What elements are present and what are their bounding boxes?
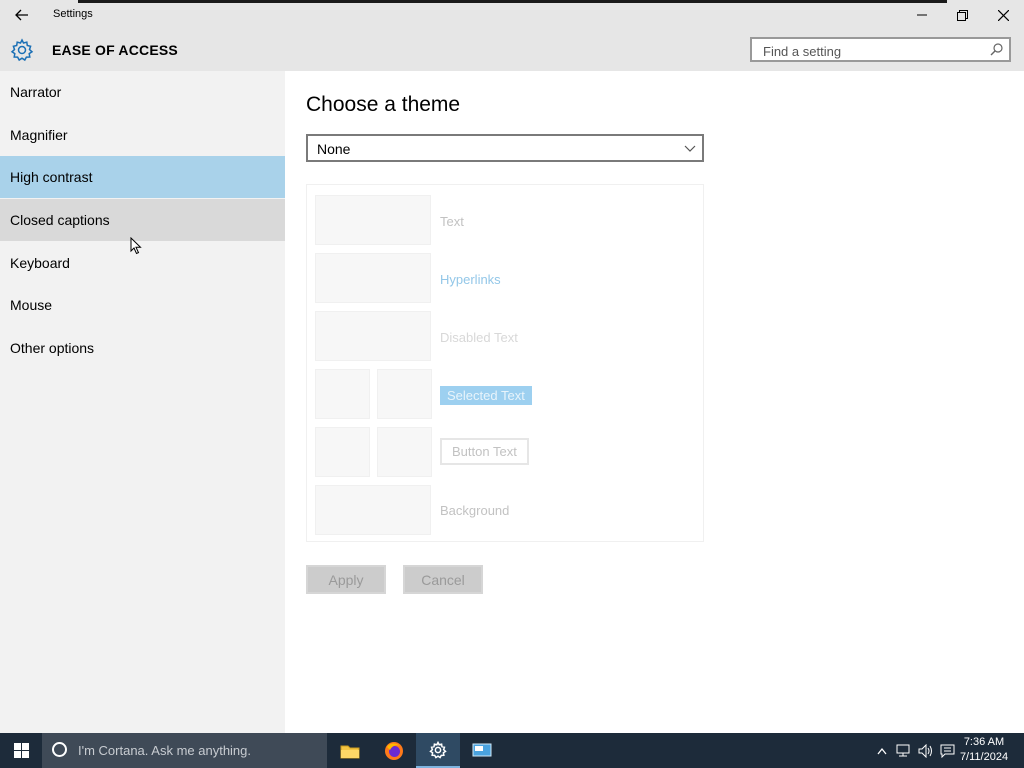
search-box[interactable] bbox=[750, 37, 1011, 62]
sidebar-item-closed-captions[interactable]: Closed captions bbox=[0, 199, 285, 241]
disabled-text-color-swatch bbox=[315, 311, 431, 361]
background-color-swatch bbox=[315, 485, 431, 535]
clock-time: 7:36 AM bbox=[963, 736, 1005, 748]
sidebar-item-magnifier[interactable]: Magnifier bbox=[0, 114, 285, 156]
firefox-taskbar-button[interactable] bbox=[372, 733, 416, 768]
main-content: Choose a theme None Text Hyperlinks Disa… bbox=[285, 71, 1024, 733]
preview-button-text-label: Button Text bbox=[440, 438, 529, 465]
restore-button[interactable] bbox=[942, 0, 982, 30]
window-top-edge bbox=[78, 0, 947, 3]
gear-icon bbox=[10, 38, 34, 62]
settings-header: EASE OF ACCESS bbox=[0, 30, 1024, 71]
apply-button[interactable]: Apply bbox=[306, 565, 386, 594]
close-button[interactable] bbox=[983, 0, 1023, 30]
theme-dropdown-value: None bbox=[317, 141, 351, 157]
sidebar-item-mouse[interactable]: Mouse bbox=[0, 284, 285, 326]
button-text-fg-swatch bbox=[315, 427, 370, 477]
clock-date: 7/11/2024 bbox=[959, 751, 1009, 763]
network-icon bbox=[896, 744, 910, 756]
preview-hyperlinks-label: Hyperlinks bbox=[440, 272, 501, 287]
gear-icon bbox=[429, 740, 447, 759]
theme-dropdown[interactable]: None bbox=[306, 134, 704, 162]
preview-text-label: Text bbox=[440, 214, 464, 229]
cortana-search-box[interactable]: I'm Cortana. Ask me anything. bbox=[42, 733, 327, 768]
cortana-placeholder: I'm Cortana. Ask me anything. bbox=[78, 743, 252, 758]
minimize-icon bbox=[917, 14, 927, 16]
sidebar-nav: Narrator Magnifier High contrast Closed … bbox=[0, 71, 285, 733]
button-text-bg-swatch bbox=[377, 427, 432, 477]
remote-desktop-taskbar-button[interactable] bbox=[460, 733, 504, 768]
page-title: Choose a theme bbox=[306, 93, 461, 116]
restore-icon bbox=[956, 9, 968, 21]
chevron-down-icon bbox=[684, 145, 696, 152]
preview-disabled-text-label: Disabled Text bbox=[440, 330, 518, 345]
sidebar-item-keyboard[interactable]: Keyboard bbox=[0, 242, 285, 284]
hyperlink-color-swatch bbox=[315, 253, 431, 303]
volume-icon bbox=[918, 743, 932, 758]
back-arrow-icon bbox=[15, 9, 28, 21]
preview-background-label: Background bbox=[440, 503, 510, 518]
app-title: Settings bbox=[53, 8, 93, 20]
taskbar-clock[interactable]: 7:36 AM 7/11/2024 bbox=[954, 735, 1014, 765]
sidebar-item-narrator[interactable]: Narrator bbox=[0, 71, 285, 113]
cortana-icon bbox=[52, 742, 67, 757]
windows-logo-icon bbox=[13, 743, 29, 758]
taskbar: I'm Cortana. Ask me anything. 7:36 AM 7/… bbox=[0, 733, 1024, 768]
preview-selected-text-label: Selected Text bbox=[440, 386, 532, 405]
section-title: EASE OF ACCESS bbox=[52, 42, 178, 58]
sidebar-item-high-contrast[interactable]: High contrast bbox=[0, 156, 285, 198]
volume-tray-button[interactable] bbox=[916, 733, 936, 768]
chevron-up-icon bbox=[877, 747, 887, 754]
settings-taskbar-button[interactable] bbox=[416, 733, 460, 768]
show-hidden-icons-button[interactable] bbox=[874, 733, 890, 768]
folder-icon bbox=[340, 745, 360, 758]
theme-preview: Text Hyperlinks Disabled Text Selected T… bbox=[306, 184, 704, 542]
selected-text-bg-swatch bbox=[377, 369, 432, 419]
remote-desktop-icon bbox=[472, 743, 492, 756]
network-tray-button[interactable] bbox=[894, 733, 914, 768]
minimize-button[interactable] bbox=[902, 0, 942, 30]
firefox-icon bbox=[385, 741, 403, 760]
mouse-cursor-icon bbox=[130, 237, 142, 255]
cancel-button[interactable]: Cancel bbox=[403, 565, 483, 594]
search-icon bbox=[990, 43, 1003, 56]
file-explorer-taskbar-button[interactable] bbox=[328, 733, 372, 768]
start-button[interactable] bbox=[0, 733, 42, 768]
back-button[interactable] bbox=[0, 0, 44, 30]
text-color-swatch bbox=[315, 195, 431, 245]
close-icon bbox=[997, 9, 1009, 21]
selected-text-fg-swatch bbox=[315, 369, 370, 419]
search-input[interactable] bbox=[761, 42, 985, 60]
title-bar: Settings bbox=[0, 0, 1024, 30]
sidebar-item-other-options[interactable]: Other options bbox=[0, 327, 285, 369]
action-center-icon bbox=[940, 744, 954, 758]
